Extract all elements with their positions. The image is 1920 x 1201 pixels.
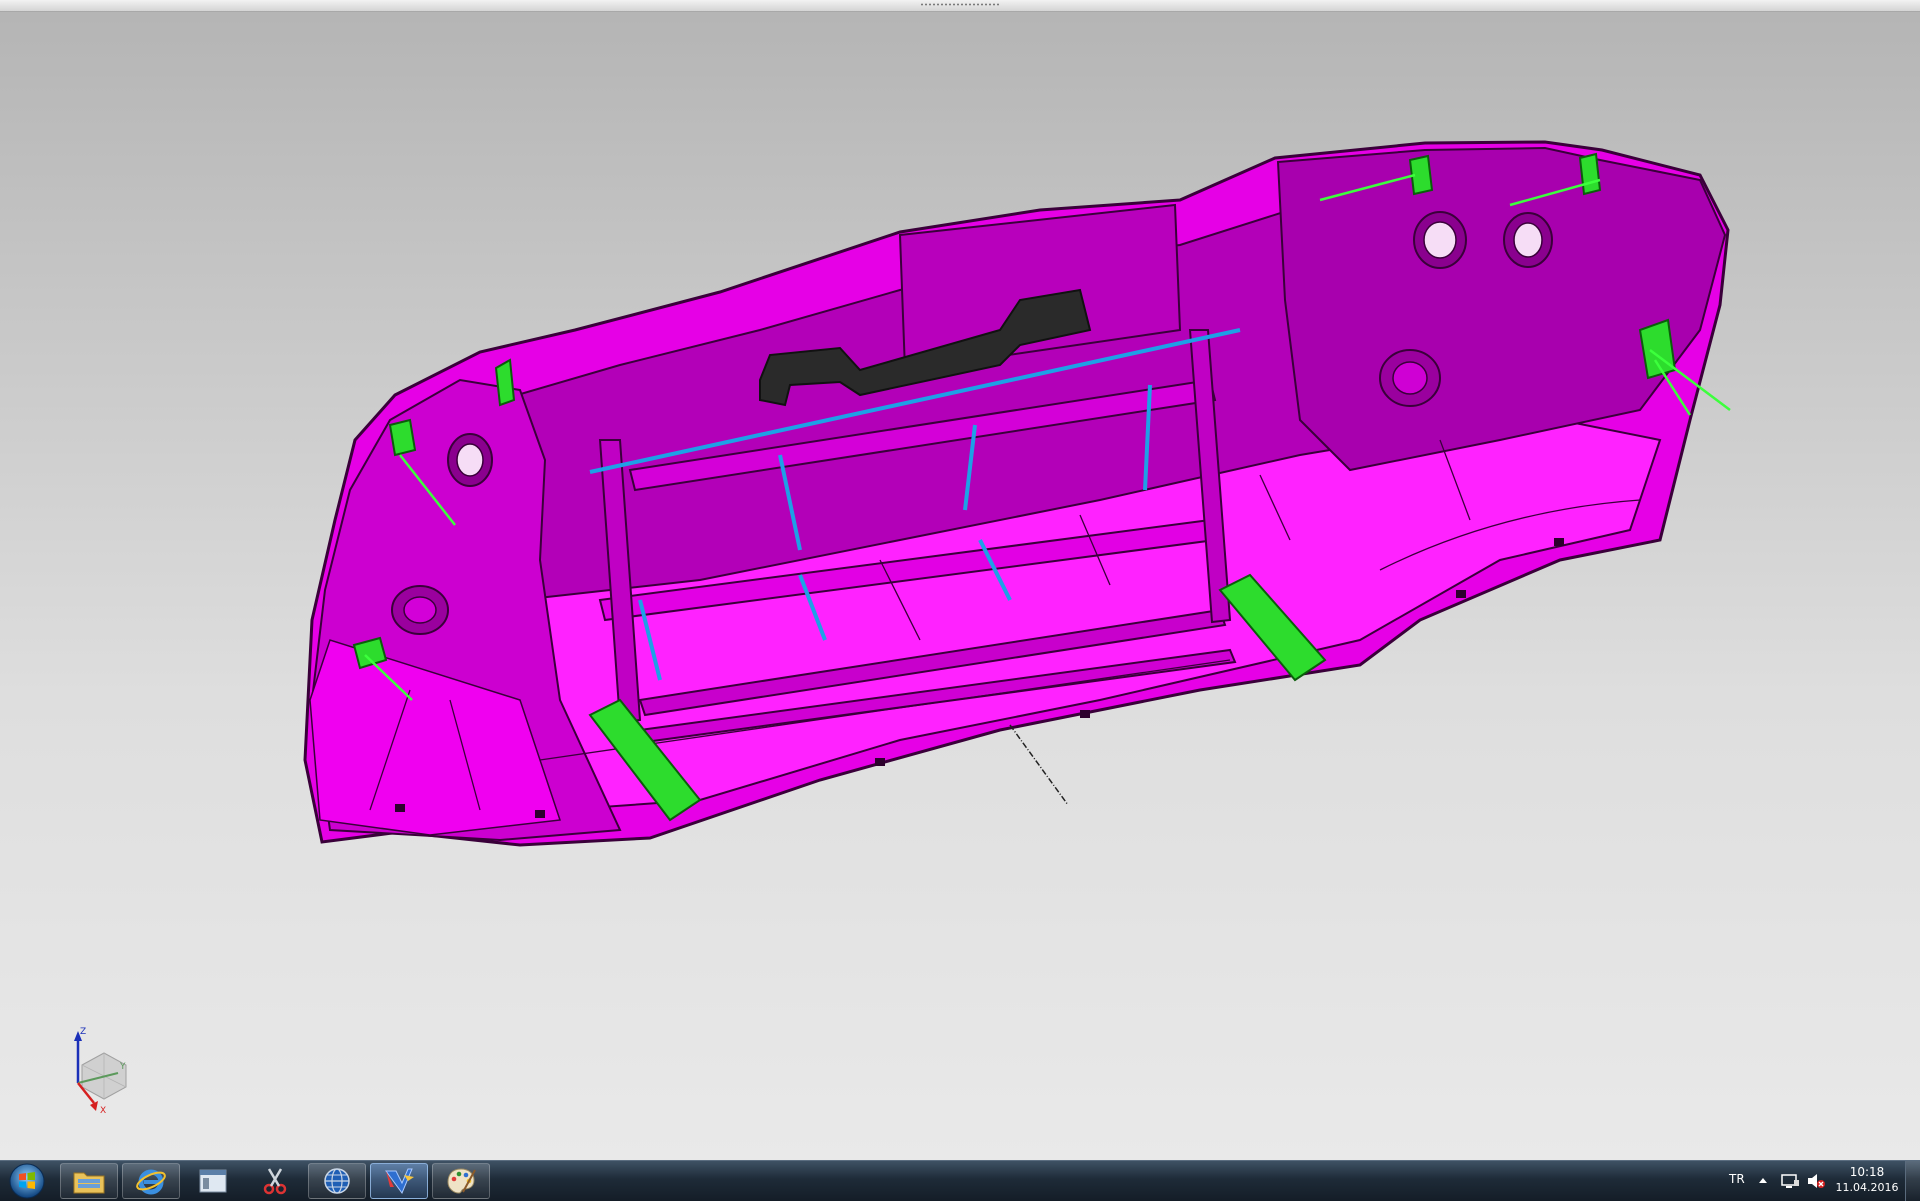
- show-desktop-button[interactable]: [1905, 1161, 1920, 1201]
- ie-icon: [136, 1169, 166, 1195]
- globe-icon: [324, 1168, 350, 1194]
- show-hidden-icons-icon[interactable]: [1758, 1176, 1768, 1184]
- globe-app-button[interactable]: [308, 1163, 366, 1199]
- window-app-button[interactable]: [184, 1163, 242, 1199]
- bumper-3d-model[interactable]: [0, 0, 1920, 1160]
- language-indicator[interactable]: TR: [1729, 1172, 1745, 1186]
- windows-orb-icon: [9, 1163, 45, 1199]
- snipping-tool-button[interactable]: [246, 1163, 304, 1199]
- pointer-line: [1009, 724, 1069, 806]
- compass-y-label: Y: [119, 1062, 126, 1072]
- volume-muted-icon[interactable]: [1806, 1172, 1826, 1190]
- windows-taskbar: TR 10:18 11.04.2016: [0, 1160, 1920, 1201]
- compass-z-label: Z: [80, 1027, 86, 1037]
- window-icon: [199, 1169, 227, 1193]
- catia-button[interactable]: [370, 1163, 428, 1199]
- paint-button[interactable]: [432, 1163, 490, 1199]
- clock[interactable]: 10:18 11.04.2016: [1834, 1164, 1900, 1198]
- explorer-button[interactable]: [60, 1163, 118, 1199]
- start-button[interactable]: [4, 1162, 50, 1200]
- scissors-icon: [263, 1168, 287, 1195]
- compass-x-label: X: [100, 1106, 106, 1115]
- catia-icon: [385, 1168, 414, 1195]
- internet-explorer-button[interactable]: [122, 1163, 180, 1199]
- clock-time: 10:18: [1849, 1165, 1885, 1179]
- orientation-compass[interactable]: Z Y X: [60, 1025, 140, 1115]
- palette-icon: [447, 1168, 476, 1194]
- clock-date: 11.04.2016: [1835, 1181, 1899, 1194]
- folder-icon: [73, 1172, 105, 1194]
- 3d-viewport[interactable]: Z Y X: [0, 0, 1920, 1160]
- network-icon[interactable]: [1780, 1172, 1800, 1190]
